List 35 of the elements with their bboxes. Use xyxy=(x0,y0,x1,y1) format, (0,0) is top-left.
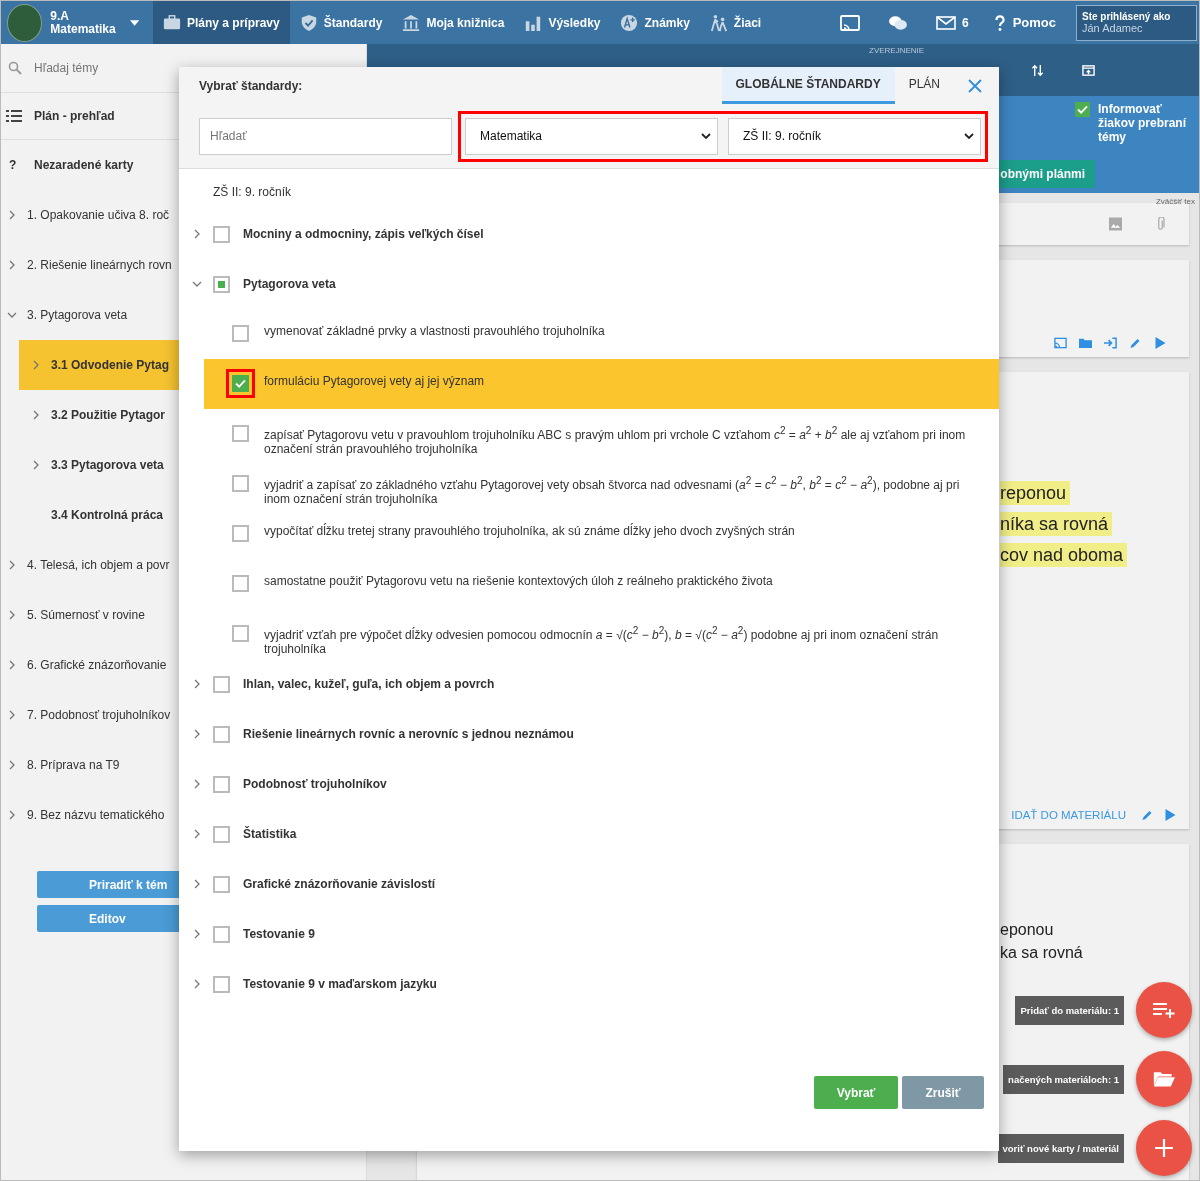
tooltip: načených materiáloch: 1 xyxy=(1003,1064,1124,1094)
highlighted-text: cov nad oboma xyxy=(1000,543,1128,567)
highlighted-text: reponou xyxy=(1000,481,1071,505)
standard-label: vyjadriť vzťah pre výpočet dĺžky odvesien pomocou odmocnín a = √(c$^{2}$ − b$^{2}$), b = √(c$^{2}$ − a$^{2}$) podobne aj pri inom označení strán trojuholníka xyxy=(264,624,940,656)
class-name: 9.A xyxy=(50,9,71,23)
topic-label: Ihlan, valec, kužeľ, guľa, ich objem a povrch xyxy=(243,677,495,691)
highlighted-text: níka sa rovná xyxy=(1000,512,1113,536)
standard-label: vymenovať základné prvky a vlastnosti pravouhlého trojuholníka xyxy=(264,323,605,338)
topic-label: Testovanie 9 xyxy=(243,927,315,941)
notify-label: Informovať žiakov prebraní témy xyxy=(1098,102,1188,144)
editor-hint: Zväčšiť tex xyxy=(1156,197,1195,206)
topic-label: Pytagorova veta xyxy=(243,277,336,291)
tooltip: Pridať do materiálu: 1 xyxy=(1015,995,1124,1025)
topic-label: Testovanie 9 v maďarskom jazyku xyxy=(243,977,437,991)
card-text: eponou xyxy=(1000,921,1055,939)
topic-label: Grafické znázorňovanie závislostí xyxy=(243,877,436,891)
tooltip: voriť nové karty / materiál xyxy=(997,1133,1124,1163)
toolbar-label: ZVEREJNENIE xyxy=(869,46,925,55)
card-text: ka sa rovná xyxy=(1000,944,1084,962)
topic-label: Mocniny a odmocniny, zápis veľkých čísel xyxy=(243,227,484,241)
login-caption: Ste prihlásený ako xyxy=(1082,11,1172,22)
topic-label: Štatistika xyxy=(243,827,297,841)
topic-label: Podobnosť trojuholníkov xyxy=(243,777,387,791)
grade-heading: ZŠ II: 9. ročník xyxy=(212,185,293,201)
standard-label: vyjadriť a zapísať zo základného vzťahu Pytagorovej vety obsah štvorca nad odvesnami (a$^{2}$ = c$^{2}$ − b$^{2}$, b$^{2}$ = c$^{2}$ − a$^{2}$), podobne aj pri inom označení strán trojuholníka xyxy=(264,474,961,506)
standard-label: samostatne použiť Pytagorovu vetu na riešenie kontextových úloh z reálneho praktického života xyxy=(264,573,773,588)
topic-label: Riešenie lineárnych rovníc a nerovníc s jednou neznámou xyxy=(243,727,574,741)
subject-name: Matematika xyxy=(50,22,116,36)
standard-label: vypočítať dĺžku tretej strany pravouhlého trojuholníka, ak sú známe dĺžky jeho dvoch zvyšných strán xyxy=(264,522,795,538)
user-name: Ján Adamec xyxy=(1082,22,1144,34)
standard-label: zapísať Pytagorovu vetu v pravouhlom trojuholníku ABC s pravým uhlom pri vrchole C vzťahom c$^{2}$ = a$^{2}$ + b$^{2}$ ale aj vzťahom pri inom označení strán pravouhlého trojuholníka xyxy=(264,424,967,456)
standard-label: formuláciu Pytagorovej vety aj jej význam xyxy=(264,373,485,388)
message-count: 6 xyxy=(961,15,969,30)
dialog-title: Vybrať štandardy: xyxy=(199,78,304,93)
question-mark: ? xyxy=(9,158,18,172)
